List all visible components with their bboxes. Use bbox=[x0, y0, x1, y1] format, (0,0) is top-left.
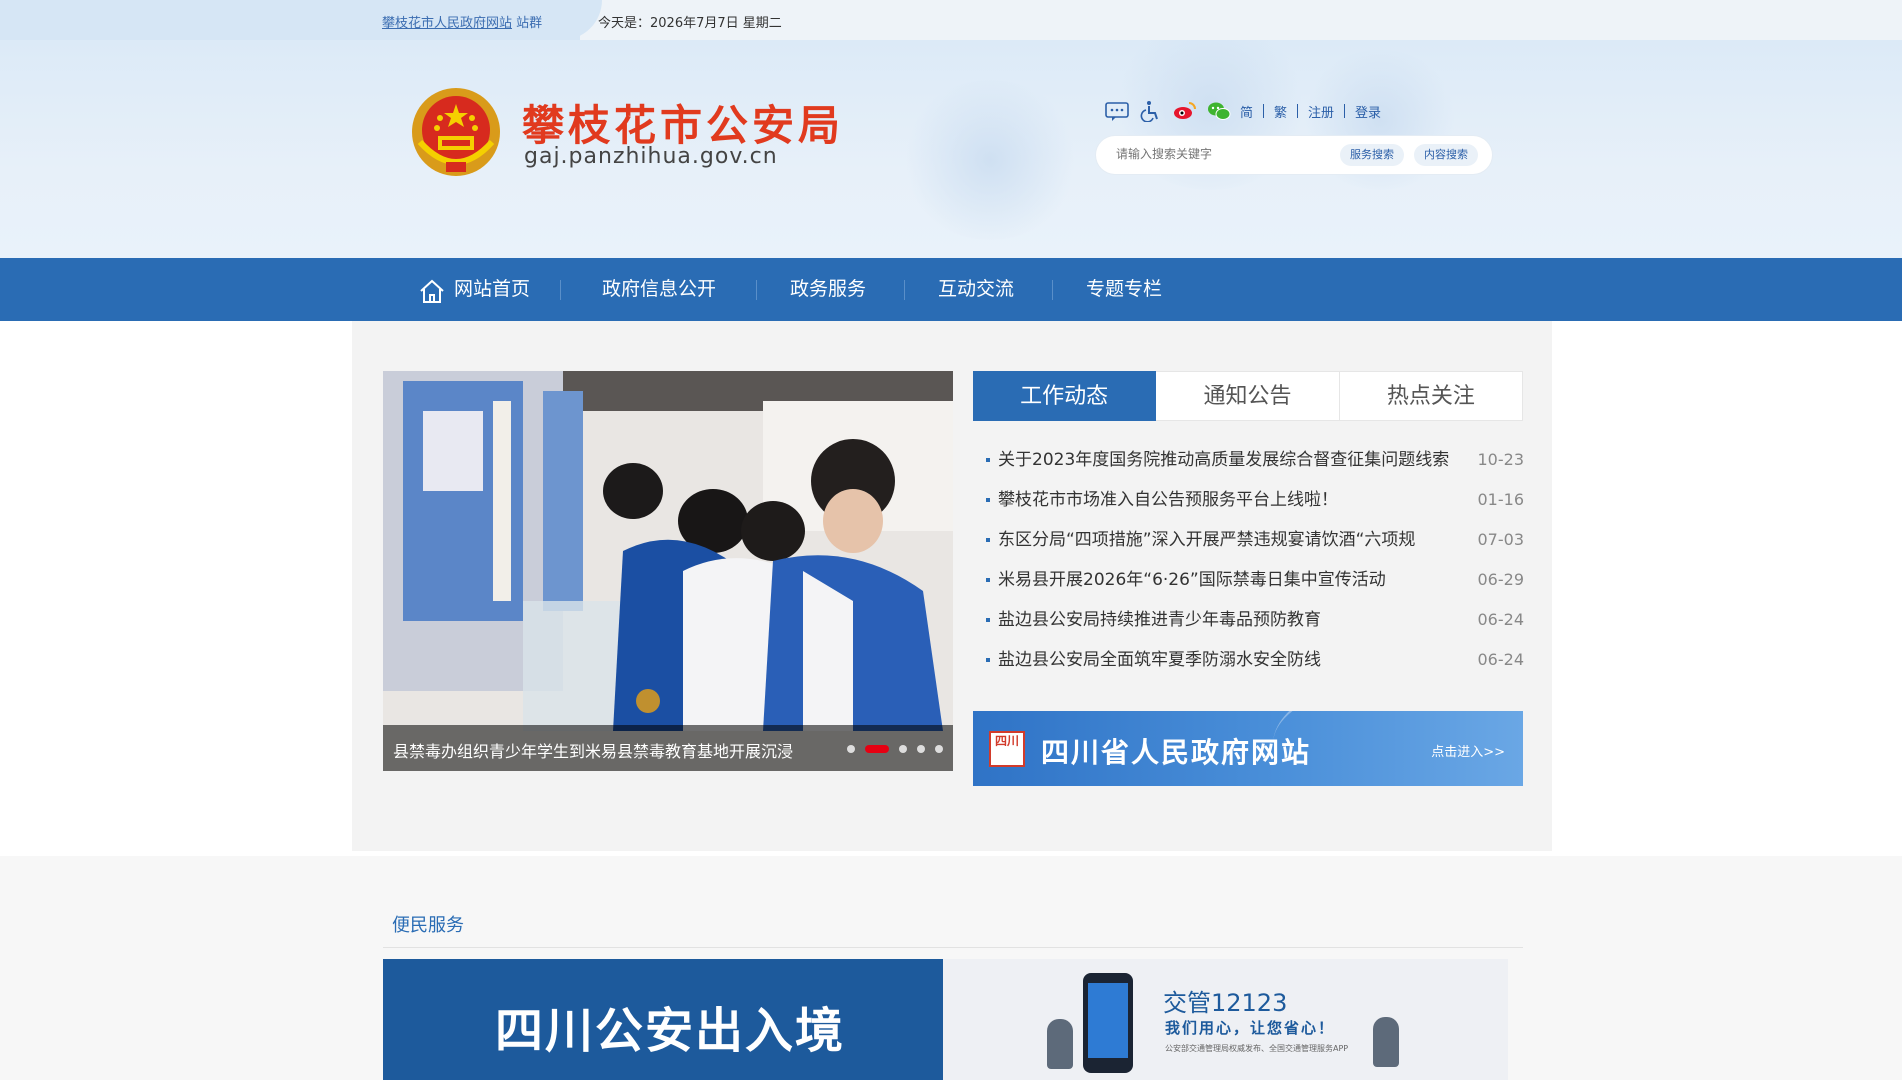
news-title[interactable]: 东区分局“四项措施”深入开展严禁违规宴请饮酒“六项规 bbox=[998, 520, 1478, 560]
site-header: 攀枝花市公安局 gaj.panzhihua.gov.cn 简 繁 注册 登录 请… bbox=[0, 40, 1902, 258]
today-date: 今天是：2026年7月7日 星期二 bbox=[598, 12, 782, 31]
date-value: 2026年7月7日 星期二 bbox=[650, 16, 782, 31]
tools-divider bbox=[1297, 104, 1299, 118]
services-divider bbox=[383, 947, 1523, 948]
bullet-icon bbox=[986, 578, 990, 582]
header-tools: 简 繁 注册 登录 bbox=[1104, 100, 1381, 122]
news-date: 06-24 bbox=[1477, 650, 1525, 669]
slider-photo bbox=[383, 371, 953, 771]
banner-title: 四川省人民政府网站 bbox=[1041, 736, 1312, 769]
main-nav: 网站首页 政府信息公开 政务服务 互动交流 专题专栏 bbox=[0, 258, 1902, 321]
news-title[interactable]: 盐边县公安局持续推进青少年毒品预防教育 bbox=[998, 600, 1478, 640]
news-date: 06-24 bbox=[1477, 610, 1525, 629]
weibo-icon[interactable] bbox=[1172, 100, 1198, 122]
list-item[interactable]: 盐边县公安局全面筑牢夏季防溺水安全防线 06-24 bbox=[986, 640, 1524, 680]
exit-entry-title: 四川公安出入境 bbox=[495, 1003, 846, 1059]
tab-notices[interactable]: 通知公告 bbox=[1156, 371, 1340, 421]
slider-dot[interactable] bbox=[935, 745, 943, 753]
nav-divider bbox=[560, 280, 561, 300]
news-list: 关于2023年度国务院推动高质量发展综合督查征集问题线索 10-23 攀枝花市市场… bbox=[986, 440, 1524, 680]
nav-item-topics[interactable]: 专题专栏 bbox=[1086, 258, 1162, 321]
bullet-icon bbox=[986, 458, 990, 462]
nav-item-interaction[interactable]: 互动交流 bbox=[938, 258, 1014, 321]
tab-hot-topics[interactable]: 热点关注 bbox=[1339, 371, 1523, 421]
bullet-icon bbox=[986, 538, 990, 542]
sichuan-seal-icon: 四川 bbox=[989, 731, 1025, 767]
service-search-button[interactable]: 服务搜索 bbox=[1340, 144, 1404, 166]
bullet-icon bbox=[986, 498, 990, 502]
tools-divider bbox=[1344, 104, 1346, 118]
nav-divider bbox=[1052, 280, 1053, 300]
national-emblem-icon bbox=[412, 88, 500, 176]
slider-caption-bar: 县禁毒办组织青少年学生到米易县禁毒教育基地开展沉浸 bbox=[383, 725, 953, 771]
news-date: 01-16 bbox=[1477, 490, 1525, 509]
news-title[interactable]: 攀枝花市市场准入自公告预服务平台上线啦！ bbox=[998, 480, 1478, 520]
slider-dot-active[interactable] bbox=[865, 745, 889, 753]
traffic-12123-note: 公安部交通管理局权威发布、全国交通管理服务APP bbox=[1165, 1044, 1349, 1053]
phone-icon bbox=[1083, 973, 1133, 1073]
slider-caption[interactable]: 县禁毒办组织青少年学生到米易县禁毒教育基地开展沉浸 bbox=[393, 738, 833, 762]
login-link[interactable]: 登录 bbox=[1355, 102, 1381, 121]
nav-item-gov-service[interactable]: 政务服务 bbox=[790, 258, 866, 321]
message-icon[interactable] bbox=[1104, 100, 1130, 122]
date-prefix: 今天是： bbox=[598, 16, 651, 31]
traffic-12123-card[interactable]: 交管12123 我们用心，让您省心！ 公安部交通管理局权威发布、全国交通管理服务… bbox=[943, 959, 1508, 1080]
search-box: 服务搜索 内容搜索 bbox=[1096, 136, 1492, 174]
register-link[interactable]: 注册 bbox=[1308, 102, 1334, 121]
phone-screen bbox=[1088, 983, 1128, 1058]
news-date: 06-29 bbox=[1477, 570, 1525, 589]
home-icon[interactable] bbox=[418, 278, 446, 304]
traffic-12123-title: 交管12123 bbox=[1163, 989, 1288, 1017]
news-tabs: 工作动态 通知公告 热点关注 bbox=[973, 371, 1523, 421]
content-search-button[interactable]: 内容搜索 bbox=[1414, 144, 1478, 166]
slider-dots bbox=[837, 745, 943, 753]
header-pattern bbox=[900, 80, 1080, 240]
news-title[interactable]: 米易县开展2026年“6·26”国际禁毒日集中宣传活动 bbox=[998, 560, 1478, 600]
bullet-icon bbox=[986, 658, 990, 662]
list-item[interactable]: 米易县开展2026年“6·26”国际禁毒日集中宣传活动 06-29 bbox=[986, 560, 1524, 600]
news-date: 10-23 bbox=[1477, 450, 1525, 469]
slider-dot[interactable] bbox=[917, 745, 925, 753]
nav-divider bbox=[756, 280, 757, 300]
list-item[interactable]: 攀枝花市市场准入自公告预服务平台上线啦！ 01-16 bbox=[986, 480, 1524, 520]
portal-link[interactable]: 攀枝花市人民政府网站 bbox=[382, 16, 512, 31]
list-item[interactable]: 关于2023年度国务院推动高质量发展综合督查征集问题线索 10-23 bbox=[986, 440, 1524, 480]
list-item[interactable]: 盐边县公安局持续推进青少年毒品预防教育 06-24 bbox=[986, 600, 1524, 640]
news-title[interactable]: 盐边县公安局全面筑牢夏季防溺水安全防线 bbox=[998, 640, 1478, 680]
bullet-icon bbox=[986, 618, 990, 622]
traditional-chinese-link[interactable]: 繁 bbox=[1274, 102, 1287, 121]
nav-item-gov-info[interactable]: 政府信息公开 bbox=[602, 258, 716, 321]
exit-entry-card[interactable]: 四川公安出入境 bbox=[383, 959, 943, 1080]
nav-divider bbox=[904, 280, 905, 300]
site-domain: gaj.panzhihua.gov.cn bbox=[524, 144, 778, 169]
tab-work-news[interactable]: 工作动态 bbox=[973, 371, 1157, 421]
news-slider[interactable]: 县禁毒办组织青少年学生到米易县禁毒教育基地开展沉浸 bbox=[383, 371, 953, 771]
list-item[interactable]: 东区分局“四项措施”深入开展严禁违规宴请饮酒“六项规 07-03 bbox=[986, 520, 1524, 560]
sichuan-gov-banner[interactable]: 四川 四川省人民政府网站 点击进入>> bbox=[973, 711, 1523, 786]
nav-item-home[interactable]: 网站首页 bbox=[454, 258, 530, 321]
banner-enter-link[interactable]: 点击进入>> bbox=[1431, 741, 1505, 760]
slider-dot[interactable] bbox=[899, 745, 907, 753]
portal-suffix[interactable]: 站群 bbox=[516, 16, 542, 31]
top-links: 攀枝花市人民政府网站 站群 bbox=[382, 12, 542, 31]
traffic-12123-slogan: 我们用心，让您省心！ bbox=[1165, 1019, 1336, 1037]
wechat-icon[interactable] bbox=[1206, 100, 1232, 122]
slider-dot[interactable] bbox=[847, 745, 855, 753]
tools-divider bbox=[1263, 104, 1265, 118]
police-figure-icon bbox=[1373, 1017, 1399, 1067]
police-figure-icon bbox=[1047, 1019, 1073, 1069]
accessibility-icon[interactable] bbox=[1138, 100, 1164, 122]
services-title: 便民服务 bbox=[392, 915, 464, 936]
top-bar: 攀枝花市人民政府网站 站群 今天是：2026年7月7日 星期二 bbox=[0, 0, 1902, 40]
seal-text: 四川 bbox=[994, 734, 1019, 748]
search-input[interactable] bbox=[1114, 146, 1318, 162]
simplified-chinese-link[interactable]: 简 bbox=[1240, 102, 1253, 121]
news-title[interactable]: 关于2023年度国务院推动高质量发展综合督查征集问题线索 bbox=[998, 440, 1478, 480]
news-date: 07-03 bbox=[1477, 530, 1525, 549]
